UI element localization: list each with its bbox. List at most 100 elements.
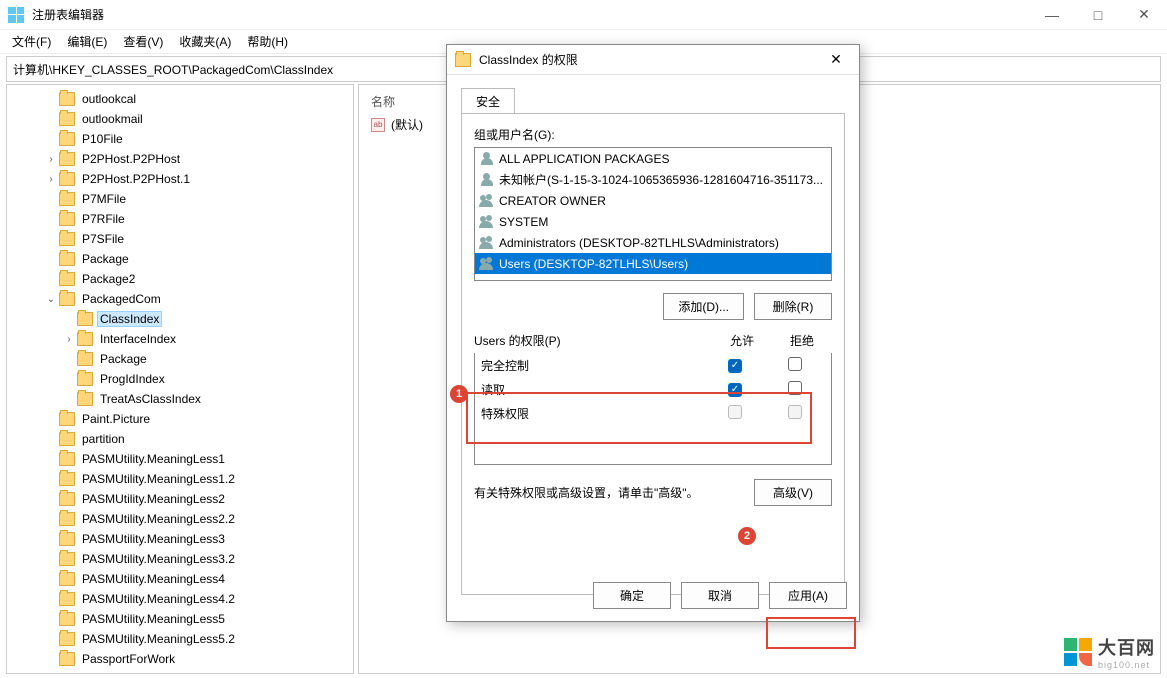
folder-icon [77, 372, 93, 386]
user-list-item[interactable]: ALL APPLICATION PACKAGES [475, 148, 831, 169]
folder-icon [59, 232, 75, 246]
user-list-item[interactable]: SYSTEM [475, 211, 831, 232]
advanced-row: 有关特殊权限或高级设置，请单击"高级"。 高级(V) [474, 479, 832, 506]
maximize-button[interactable]: □ [1075, 0, 1121, 30]
tree-item-label: PASMUtility.MeaningLess5.2 [79, 631, 238, 647]
tree-item[interactable]: PASMUtility.MeaningLess2.2 [7, 509, 353, 529]
tree-item-label: P10File [79, 131, 126, 147]
tree-item-label: P7SFile [79, 231, 127, 247]
tree-item-label: Package [97, 351, 150, 367]
folder-icon [59, 412, 75, 426]
close-button[interactable]: ✕ [1121, 0, 1167, 30]
user-label: Administrators (DESKTOP-82TLHLS\Administ… [499, 236, 779, 250]
annotation-marker-1: 1 [450, 385, 468, 403]
tree-item[interactable]: ProgIdIndex [7, 369, 353, 389]
tree-item[interactable]: PASMUtility.MeaningLess3 [7, 529, 353, 549]
user-label: Users (DESKTOP-82TLHLS\Users) [499, 257, 688, 271]
menu-file[interactable]: 文件(F) [8, 31, 55, 52]
user-list-item[interactable]: CREATOR OWNER [475, 190, 831, 211]
allow-checkbox[interactable]: ✓ [728, 359, 742, 373]
tab-security[interactable]: 安全 [461, 88, 515, 114]
tree-item-label: P7MFile [79, 191, 129, 207]
string-value-icon: ab [371, 118, 385, 132]
tree-item[interactable]: PASMUtility.MeaningLess2 [7, 489, 353, 509]
tree-item[interactable]: Package [7, 249, 353, 269]
folder-icon [59, 432, 75, 446]
cancel-button[interactable]: 取消 [681, 582, 759, 609]
tree-item[interactable]: P10File [7, 129, 353, 149]
menu-favorites[interactable]: 收藏夹(A) [175, 31, 235, 52]
tree-item[interactable]: P7SFile [7, 229, 353, 249]
tree-item[interactable]: ›P2PHost.P2PHost [7, 149, 353, 169]
tree-item[interactable]: PASMUtility.MeaningLess1.2 [7, 469, 353, 489]
user-icon [479, 152, 495, 166]
permissions-dialog: ClassIndex 的权限 ✕ 安全 组或用户名(G): ALL APPLIC… [446, 44, 860, 622]
folder-icon [59, 612, 75, 626]
tree-item-label: PassportForWork [79, 651, 178, 667]
watermark: 大百网 big100.net [1064, 634, 1155, 670]
tree-item[interactable]: outlookmail [7, 109, 353, 129]
user-list[interactable]: ALL APPLICATION PACKAGES 未知帐户(S-1-15-3-10… [474, 147, 832, 281]
tree-item[interactable]: ›InterfaceIndex [7, 329, 353, 349]
apply-button[interactable]: 应用(A) [769, 582, 847, 609]
expand-icon[interactable]: › [43, 174, 59, 185]
folder-icon [59, 592, 75, 606]
group-icon [479, 194, 495, 208]
folder-icon [59, 212, 75, 226]
expand-icon[interactable]: › [43, 154, 59, 165]
tree-item[interactable]: ClassIndex [7, 309, 353, 329]
tree-item[interactable]: P7MFile [7, 189, 353, 209]
ok-button[interactable]: 确定 [593, 582, 671, 609]
user-list-item[interactable]: Users (DESKTOP-82TLHLS\Users) [475, 253, 831, 274]
menu-edit[interactable]: 编辑(E) [63, 31, 111, 52]
tree-item[interactable]: PassportForWork [7, 649, 353, 669]
dialog-close-button[interactable]: ✕ [821, 45, 851, 75]
folder-icon [59, 472, 75, 486]
deny-checkbox[interactable] [788, 381, 802, 395]
tree-item[interactable]: ⌄PackagedCom [7, 289, 353, 309]
tree-item[interactable]: PASMUtility.MeaningLess5 [7, 609, 353, 629]
dialog-buttons: 确定 取消 应用(A) [593, 582, 847, 609]
tree-item[interactable]: partition [7, 429, 353, 449]
tree-item[interactable]: PASMUtility.MeaningLess4.2 [7, 589, 353, 609]
tree-pane[interactable]: outlookcaloutlookmailP10File›P2PHost.P2P… [6, 84, 354, 674]
tree-item[interactable]: PASMUtility.MeaningLess5.2 [7, 629, 353, 649]
remove-button[interactable]: 删除(R) [754, 293, 832, 320]
deny-checkbox[interactable] [788, 357, 802, 371]
tree-item-label: PASMUtility.MeaningLess5 [79, 611, 228, 627]
watermark-icon [1064, 638, 1092, 666]
tree-item[interactable]: Paint.Picture [7, 409, 353, 429]
allow-checkbox[interactable]: ✓ [728, 383, 742, 397]
tree-item[interactable]: Package2 [7, 269, 353, 289]
add-button[interactable]: 添加(D)... [663, 293, 744, 320]
tree-item[interactable]: TreatAsClassIndex [7, 389, 353, 409]
value-name: (默认) [391, 116, 423, 133]
tree-item[interactable]: outlookcal [7, 89, 353, 109]
tree-item-label: PASMUtility.MeaningLess1.2 [79, 471, 238, 487]
tree-item[interactable]: Package [7, 349, 353, 369]
dialog-titlebar[interactable]: ClassIndex 的权限 ✕ [447, 45, 859, 75]
tree-item[interactable]: PASMUtility.MeaningLess1 [7, 449, 353, 469]
user-buttons: 添加(D)... 删除(R) [474, 293, 832, 320]
folder-icon [59, 112, 75, 126]
user-label: 未知帐户(S-1-15-3-1024-1065365936-1281604716… [499, 171, 823, 188]
tree-item[interactable]: PASMUtility.MeaningLess3.2 [7, 549, 353, 569]
tree-item[interactable]: › P2PHost.P2PHost.1 [7, 169, 353, 189]
tree-item[interactable]: PASMUtility.MeaningLess4 [7, 569, 353, 589]
tree-item-label: Package [79, 251, 132, 267]
user-list-item[interactable]: 未知帐户(S-1-15-3-1024-1065365936-1281604716… [475, 169, 831, 190]
tree-item-label: PASMUtility.MeaningLess1 [79, 451, 228, 467]
user-list-item[interactable]: Administrators (DESKTOP-82TLHLS\Administ… [475, 232, 831, 253]
expand-icon[interactable]: ⌄ [43, 294, 59, 305]
tree-item-label: P2PHost.P2PHost.1 [79, 171, 193, 187]
folder-icon [455, 53, 471, 67]
expand-icon[interactable]: › [61, 334, 77, 345]
advanced-button[interactable]: 高级(V) [754, 479, 832, 506]
tree-item[interactable]: P7RFile [7, 209, 353, 229]
folder-icon [59, 92, 75, 106]
minimize-button[interactable]: — [1029, 0, 1075, 30]
menu-view[interactable]: 查看(V) [119, 31, 167, 52]
folder-icon [59, 132, 75, 146]
folder-icon [59, 572, 75, 586]
menu-help[interactable]: 帮助(H) [243, 31, 292, 52]
